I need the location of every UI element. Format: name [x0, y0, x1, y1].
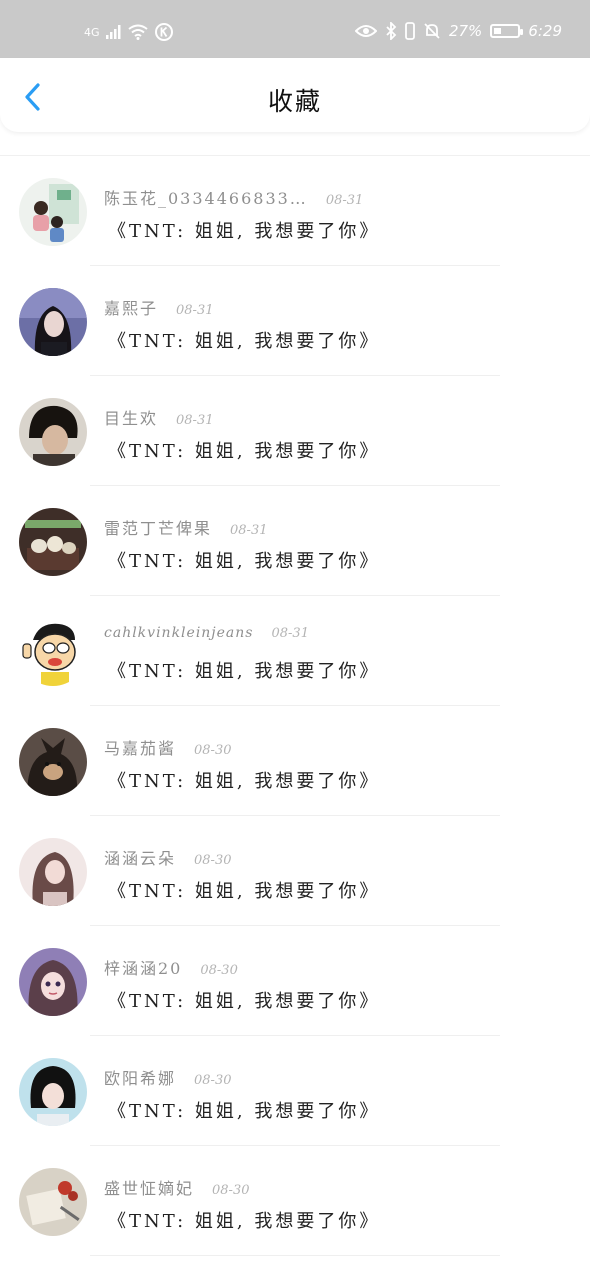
username[interactable]: 盛世怔嫡妃 [104, 1175, 194, 1199]
favorite-title[interactable]: 《TNT: 姐姐, 我想要了你》 [108, 987, 380, 1013]
photo-objects-icon [19, 508, 87, 576]
page-title: 收藏 [267, 87, 322, 116]
username[interactable]: 陈玉花_0334466833… [104, 185, 308, 209]
date: 08-30 [200, 963, 238, 978]
list-item[interactable]: 目生欢 08-31 《TNT: 姐姐, 我想要了你》 [0, 376, 590, 486]
favorite-title[interactable]: 《TNT: 姐姐, 我想要了你》 [108, 657, 380, 683]
favorite-title[interactable]: 《TNT: 姐姐, 我想要了你》 [108, 1097, 380, 1123]
avatar[interactable] [19, 398, 87, 466]
username[interactable]: 梓涵涵20 [104, 955, 182, 979]
item-meta: 涵涵云朵 08-30 [104, 845, 232, 869]
favorite-title[interactable]: 《TNT: 姐姐, 我想要了你》 [108, 877, 380, 903]
item-meta: 梓涵涵20 08-30 [104, 955, 238, 979]
bluetooth-icon [386, 22, 397, 40]
date: 08-30 [194, 1073, 232, 1088]
photo-woman-icon [19, 288, 87, 356]
avatar[interactable] [19, 508, 87, 576]
avatar[interactable] [19, 618, 87, 686]
item-meta: 马嘉茄酱 08-30 [104, 735, 232, 759]
battery-icon [490, 24, 524, 38]
date: 08-31 [230, 523, 268, 538]
date: 08-31 [176, 303, 214, 318]
wifi-icon [127, 24, 148, 40]
avatar[interactable] [19, 1058, 87, 1126]
vibrate-icon [405, 22, 415, 40]
status-left: 4G [84, 22, 174, 42]
username[interactable]: 马嘉茄酱 [104, 735, 176, 759]
date: 08-31 [271, 626, 309, 641]
photo-girl-icon [19, 838, 87, 906]
date: 08-31 [176, 413, 214, 428]
avatar[interactable] [19, 178, 87, 246]
username[interactable]: 欧阳希娜 [104, 1065, 176, 1089]
list-item[interactable]: 盛世怔嫡妃 08-30 《TNT: 姐姐, 我想要了你》 [0, 1146, 590, 1256]
photo-man-icon [19, 398, 87, 466]
status-right: 27% 6:29 [354, 22, 562, 40]
list-item[interactable]: 陈玉花_0334466833… 08-31 《TNT: 姐姐, 我想要了你》 [0, 156, 590, 266]
list-item[interactable]: 欧阳希娜 08-30 《TNT: 姐姐, 我想要了你》 [0, 1036, 590, 1146]
username[interactable]: 雷范丁芒俾果 [104, 515, 212, 539]
favorite-title[interactable]: 《TNT: 姐姐, 我想要了你》 [108, 217, 380, 243]
k-app-icon [154, 23, 173, 41]
username[interactable]: 嘉熙子 [104, 295, 158, 319]
avatar[interactable] [19, 838, 87, 906]
item-meta: 陈玉花_0334466833… 08-31 [104, 185, 363, 209]
username[interactable]: 目生欢 [104, 405, 158, 429]
anime-girl-icon [19, 948, 87, 1016]
eye-icon [354, 25, 377, 37]
date: 08-31 [325, 193, 364, 208]
list-item[interactable]: 梓涵涵20 08-30 《TNT: 姐姐, 我想要了你》 [0, 926, 590, 1036]
avatar[interactable] [19, 1168, 87, 1236]
photo-dog-icon [19, 728, 87, 796]
signal-icon [105, 25, 121, 39]
favorite-title[interactable]: 《TNT: 姐姐, 我想要了你》 [108, 767, 380, 793]
list-item[interactable]: 嘉熙子 08-31 《TNT: 姐姐, 我想要了你》 [0, 266, 590, 376]
item-meta: 嘉熙子 08-31 [104, 295, 214, 319]
battery-percent: 27% [448, 22, 483, 40]
item-meta: cahlkvinkleinjeans 08-31 [104, 625, 309, 641]
clock: 6:29 [528, 22, 562, 40]
list-item[interactable]: 马嘉茄酱 08-30 《TNT: 姐姐, 我想要了你》 [0, 706, 590, 816]
favorite-title[interactable]: 《TNT: 姐姐, 我想要了你》 [108, 327, 380, 353]
favorite-title[interactable]: 《TNT: 姐姐, 我想要了你》 [108, 547, 380, 573]
photo-book-icon [19, 1168, 87, 1236]
avatar[interactable] [19, 948, 87, 1016]
favorites-list: 陈玉花_0334466833… 08-31 《TNT: 姐姐, 我想要了你》 嘉… [0, 155, 590, 1256]
date: 08-30 [194, 853, 232, 868]
photo-portrait-icon [19, 1058, 87, 1126]
favorite-title[interactable]: 《TNT: 姐姐, 我想要了你》 [108, 1207, 380, 1233]
avatar[interactable] [19, 728, 87, 796]
list-item[interactable]: 雷范丁芒俾果 08-31 《TNT: 姐姐, 我想要了你》 [0, 486, 590, 596]
list-item[interactable]: 涵涵云朵 08-30 《TNT: 姐姐, 我想要了你》 [0, 816, 590, 926]
username[interactable]: cahlkvinkleinjeans [104, 625, 253, 641]
item-meta: 目生欢 08-31 [104, 405, 214, 429]
date: 08-30 [194, 743, 232, 758]
item-meta: 盛世怔嫡妃 08-30 [104, 1175, 250, 1199]
list-item[interactable]: cahlkvinkleinjeans 08-31 《TNT: 姐姐, 我想要了你… [0, 596, 590, 706]
item-meta: 雷范丁芒俾果 08-31 [104, 515, 268, 539]
date: 08-30 [212, 1183, 250, 1198]
favorite-title[interactable]: 《TNT: 姐姐, 我想要了你》 [108, 437, 380, 463]
network-label: 4G [84, 25, 100, 39]
status-bar: 4G 27% 6:29 [0, 0, 590, 58]
avatar[interactable] [19, 288, 87, 356]
header: 收藏 [0, 58, 590, 132]
item-meta: 欧阳希娜 08-30 [104, 1065, 232, 1089]
bell-off-icon [424, 23, 440, 39]
photo-kids-icon [19, 178, 87, 246]
username[interactable]: 涵涵云朵 [104, 845, 176, 869]
cartoon-face-icon [19, 618, 87, 686]
